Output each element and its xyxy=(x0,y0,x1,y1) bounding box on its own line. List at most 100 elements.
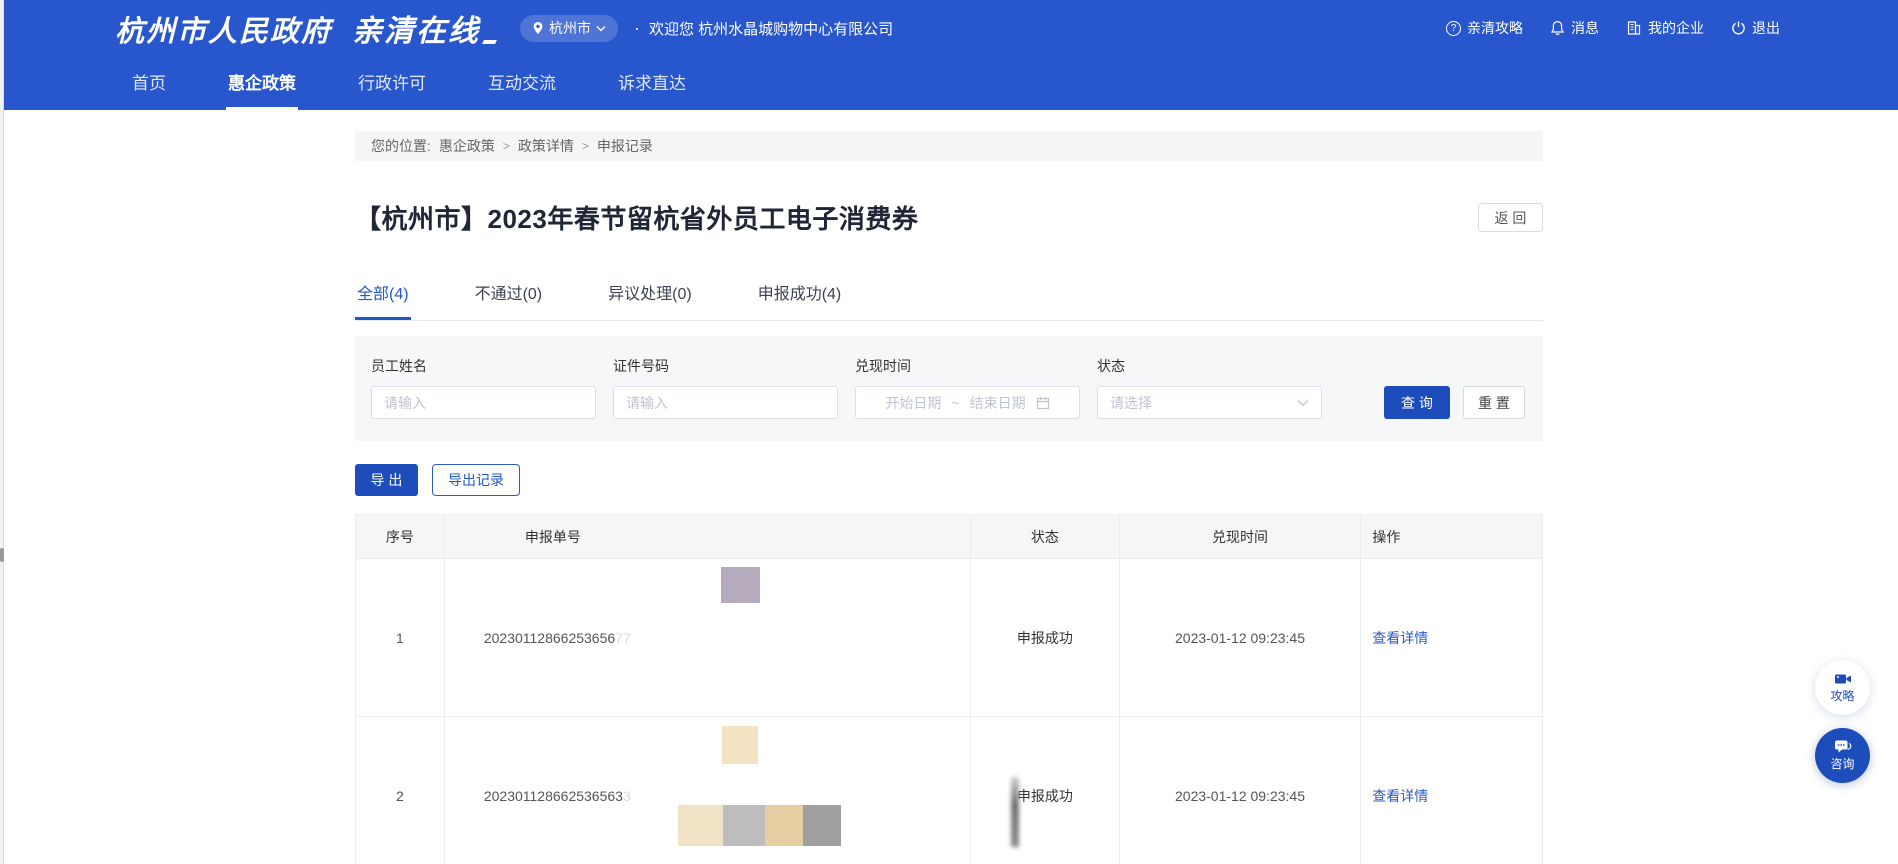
employee-name-input[interactable] xyxy=(371,386,596,419)
breadcrumb: 您的位置: 惠企政策 > 政策详情 > 申报记录 xyxy=(355,131,1543,161)
redacted-strip xyxy=(678,805,841,846)
tab-all[interactable]: 全部(4) xyxy=(355,280,411,320)
question-circle-icon: ? xyxy=(1446,21,1461,36)
chevron-down-icon xyxy=(596,25,606,32)
header-top-row: 杭州市人民政府 亲清在线 杭州市 · 欢迎您 杭州水晶城购物中心有限公司 xyxy=(0,0,1898,56)
column-header-redeem-time: 兑现时间 xyxy=(1120,515,1362,558)
reset-button[interactable]: 重 置 xyxy=(1463,386,1525,419)
filter-buttons: 查 询 重 置 xyxy=(1384,386,1525,419)
menu-item-guide[interactable]: ? 亲清攻略 xyxy=(1446,18,1523,38)
breadcrumb-separator: > xyxy=(582,139,589,153)
cell-declare-no: 2023011286625365633 xyxy=(445,717,971,864)
building-icon xyxy=(1626,20,1642,36)
back-button[interactable]: 返 回 xyxy=(1478,203,1543,232)
field-redeem-time: 兑现时间 开始日期 ~ 结束日期 xyxy=(855,356,1080,419)
logo-brand-text: 亲清在线 xyxy=(352,6,480,50)
cell-operation: 查看详情 xyxy=(1361,559,1542,716)
search-button[interactable]: 查 询 xyxy=(1384,386,1450,419)
breadcrumb-item-declare-records: 申报记录 xyxy=(597,136,653,156)
guide-float-label: 攻略 xyxy=(1830,687,1854,704)
floating-guide-button[interactable]: 攻略 xyxy=(1815,660,1870,715)
menu-item-logout[interactable]: 退出 xyxy=(1731,18,1780,38)
page-title: 【杭州市】2023年春节留杭省外员工电子消费券 xyxy=(355,199,918,236)
status-text: 申报成功 xyxy=(1017,786,1073,806)
tab-objection[interactable]: 异议处理(0) xyxy=(606,280,694,320)
status-select[interactable]: 请选择 xyxy=(1097,386,1322,419)
floating-consult-button[interactable]: 咨询 xyxy=(1815,728,1870,783)
cell-declare-no: 2023011286625365677 xyxy=(445,559,971,716)
logo-flourish xyxy=(482,40,497,44)
declare-no-faded-text: 77 xyxy=(615,630,631,646)
calendar-icon xyxy=(1036,396,1050,410)
cell-index: 1 xyxy=(356,559,445,716)
breadcrumb-item-policy-detail[interactable]: 政策详情 xyxy=(518,136,574,156)
declare-no-text: 202301128662536563 xyxy=(484,788,623,804)
breadcrumb-item-policy[interactable]: 惠企政策 xyxy=(439,136,495,156)
cell-index: 2 xyxy=(356,717,445,864)
column-header-declare-no: 申报单号 xyxy=(445,515,971,558)
view-detail-link[interactable]: 查看详情 xyxy=(1372,628,1428,648)
redacted-block xyxy=(721,567,760,603)
logo-government-text: 杭州市人民政府 xyxy=(115,8,332,50)
cell-status: 申报成功 xyxy=(971,717,1120,864)
title-row: 【杭州市】2023年春节留杭省外员工电子消费券 返 回 xyxy=(355,199,1543,236)
welcome-company-text: 欢迎您 杭州水晶城购物中心有限公司 xyxy=(649,18,893,39)
status-select-placeholder: 请选择 xyxy=(1110,393,1152,413)
guide-label: 亲清攻略 xyxy=(1467,18,1523,38)
site-logo[interactable]: 杭州市人民政府 亲清在线 xyxy=(115,6,480,50)
video-camera-icon xyxy=(1834,672,1852,686)
nav-item-interaction[interactable]: 互动交流 xyxy=(486,56,558,110)
export-actions: 导 出 导出记录 xyxy=(355,464,1543,496)
redeem-time-range-picker[interactable]: 开始日期 ~ 结束日期 xyxy=(855,386,1080,419)
declare-no-faded-text: 3 xyxy=(623,788,631,804)
employee-name-label: 员工姓名 xyxy=(371,356,596,376)
location-pin-icon xyxy=(532,21,544,35)
messages-label: 消息 xyxy=(1571,18,1599,38)
bell-icon xyxy=(1550,20,1565,36)
main-container: 您的位置: 惠企政策 > 政策详情 > 申报记录 【杭州市】2023年春节留杭省… xyxy=(355,110,1543,864)
column-header-index: 序号 xyxy=(356,515,445,558)
menu-item-my-company[interactable]: 我的企业 xyxy=(1626,18,1704,38)
view-detail-link[interactable]: 查看详情 xyxy=(1372,786,1428,806)
tab-rejected[interactable]: 不通过(0) xyxy=(473,280,545,320)
field-employee-name: 员工姓名 xyxy=(371,356,596,419)
redacted-smudge xyxy=(1011,777,1019,847)
export-records-button[interactable]: 导出记录 xyxy=(432,464,520,496)
power-icon xyxy=(1731,20,1746,36)
window-edge xyxy=(0,0,4,864)
nav-item-administrative-license[interactable]: 行政许可 xyxy=(356,56,428,110)
cell-status: 申报成功 xyxy=(971,559,1120,716)
cell-redeem-time: 2023-01-12 09:23:45 xyxy=(1120,559,1362,716)
column-header-operation: 操作 xyxy=(1361,515,1542,558)
export-button[interactable]: 导 出 xyxy=(355,464,418,496)
breadcrumb-prefix: 您的位置: xyxy=(371,136,431,156)
location-selector[interactable]: 杭州市 xyxy=(520,15,618,42)
page: 杭州市人民政府 亲清在线 杭州市 · 欢迎您 杭州水晶城购物中心有限公司 xyxy=(0,0,1898,864)
declare-records-table: 序号 申报单号 状态 兑现时间 操作 1 2023011286625365677… xyxy=(355,514,1543,864)
welcome-text-group: · 欢迎您 杭州水晶城购物中心有限公司 xyxy=(634,18,893,39)
status-tabs: 全部(4) 不通过(0) 异议处理(0) 申报成功(4) xyxy=(355,280,1543,321)
menu-item-messages[interactable]: 消息 xyxy=(1550,18,1599,38)
redacted-block xyxy=(722,726,758,764)
start-date-placeholder: 开始日期 xyxy=(885,393,941,413)
chat-bubble-icon xyxy=(1834,739,1852,754)
nav-item-home[interactable]: 首页 xyxy=(130,56,168,110)
consult-float-label: 咨询 xyxy=(1830,755,1854,772)
id-number-input[interactable] xyxy=(613,386,838,419)
column-header-status: 状态 xyxy=(971,515,1120,558)
logout-label: 退出 xyxy=(1752,18,1780,38)
nav-item-appeal[interactable]: 诉求直达 xyxy=(616,56,688,110)
id-number-label: 证件号码 xyxy=(613,356,838,376)
table-row: 1 2023011286625365677 申报成功 2023-01-12 09… xyxy=(356,559,1542,717)
welcome-separator: · xyxy=(634,18,640,39)
cell-redeem-time: 2023-01-12 09:23:45 xyxy=(1120,717,1362,864)
redeem-time-label: 兑现时间 xyxy=(855,356,1080,376)
end-date-placeholder: 结束日期 xyxy=(970,393,1026,413)
table-row: 2 2023011286625365633 申报成功 2023-01-12 09… xyxy=(356,717,1542,864)
breadcrumb-separator: > xyxy=(503,139,510,153)
tab-success[interactable]: 申报成功(4) xyxy=(756,280,844,320)
date-range-separator: ~ xyxy=(951,395,959,411)
field-status: 状态 请选择 xyxy=(1097,356,1322,419)
window-edge-tick xyxy=(0,548,4,562)
nav-item-enterprise-policy[interactable]: 惠企政策 xyxy=(226,56,298,110)
